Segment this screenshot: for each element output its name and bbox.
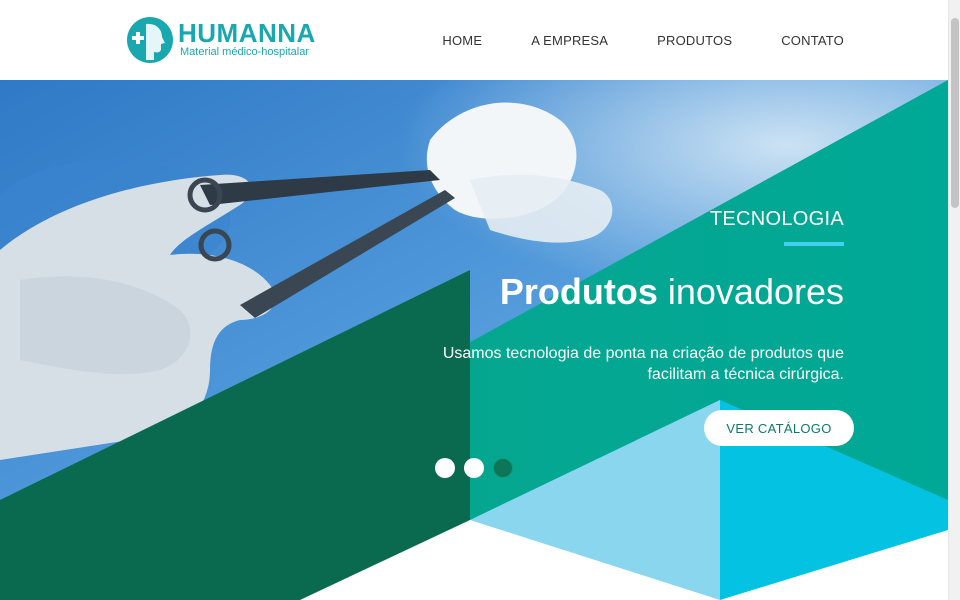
hero-background	[0, 80, 948, 600]
nav-item-home[interactable]: HOME	[442, 33, 482, 48]
slider-dots	[435, 458, 522, 478]
ver-catalogo-button[interactable]: VER CATÁLOGO	[704, 410, 854, 446]
slider-dot-1[interactable]	[435, 458, 455, 478]
brand-name: HUMANNA	[178, 18, 316, 48]
page: HUMANNA Material médico-hospitalar HOME …	[0, 0, 960, 600]
hero-headline: Produtos inovadores	[500, 271, 844, 313]
hero-lead: Usamos tecnologia de ponta na criação de…	[442, 345, 844, 383]
nav-item-contato[interactable]: CONTATO	[781, 33, 844, 48]
brand-logo[interactable]: HUMANNA Material médico-hospitalar	[126, 16, 315, 64]
scrollbar-thumb[interactable]	[951, 18, 959, 208]
site-header: HUMANNA Material médico-hospitalar HOME …	[0, 0, 948, 80]
page-scrollbar[interactable]	[948, 0, 960, 600]
hero-slider: TECNOLOGIA Produtos inovadores Usamos te…	[0, 80, 948, 600]
slider-dot-3-active[interactable]	[493, 458, 513, 478]
headline-light: inovadores	[667, 271, 844, 312]
brand-tagline: Material médico-hospitalar	[180, 46, 309, 58]
headline-bold: Produtos	[499, 271, 658, 312]
profile-head-cross-icon	[127, 17, 173, 63]
nav-item-a-empresa[interactable]: A EMPRESA	[531, 33, 608, 48]
kicker-underline	[784, 242, 844, 246]
nav-item-produtos[interactable]: PRODUTOS	[657, 33, 732, 48]
main-nav: HOME A EMPRESA PRODUTOS CONTATO	[393, 33, 844, 48]
slider-dot-2[interactable]	[464, 458, 484, 478]
hero-kicker: TECNOLOGIA	[709, 208, 844, 230]
